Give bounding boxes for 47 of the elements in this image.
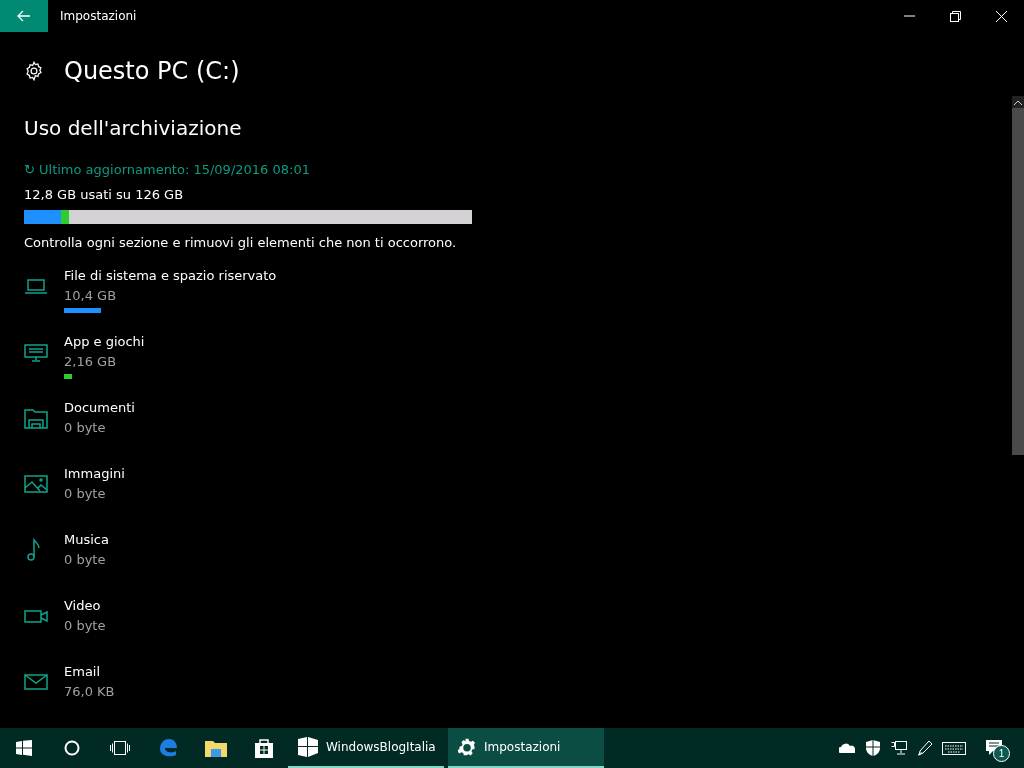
edge-logo-icon [158,738,178,758]
window-title: Impostazioni [60,9,138,23]
network-icon[interactable] [890,739,908,757]
back-button[interactable] [0,0,48,32]
folder-icon [205,739,227,757]
category-name[interactable]: Documenti [64,398,135,418]
restore-icon [949,10,961,22]
windows-logo-icon [16,740,32,756]
gear-icon [458,738,476,756]
usage-text: 12,8 GB usati su 126 GB [24,186,185,202]
category-size: 10,4 GB [64,287,118,305]
back-arrow-icon [17,10,31,22]
notification-count: 1 [993,745,1010,762]
category-name[interactable]: Immagini [64,464,125,484]
task-view-icon [110,741,130,755]
folder-icon [24,406,48,430]
minimize-icon [903,15,915,17]
keyboard-icon[interactable] [942,739,966,757]
section-title: Uso dell'archiviazione [24,115,243,140]
category-name[interactable]: App e giochi [64,332,512,352]
category-name[interactable]: Musica [64,530,109,550]
category-size: 0 byte [64,617,106,635]
category-size: 76,0 KB [64,683,115,701]
circle-icon [64,740,80,756]
taskbar-app-button[interactable]: Impostazioni [448,728,604,768]
shield-icon[interactable] [864,739,882,757]
settings-icon [24,60,44,81]
close-icon [995,10,1007,22]
window-panes-icon [298,737,318,757]
notifications-button[interactable]: 1 [974,728,1014,768]
category-name[interactable]: Video [64,596,106,616]
category-size: 0 byte [64,485,107,503]
category-name[interactable]: File di sistema e spazio riservato [64,266,512,286]
last-updated-text[interactable]: ↻ Ultimo aggiornamento: 15/09/2016 08:01 [24,161,1012,177]
scroll-up-button[interactable] [1012,96,1024,108]
category-size: 0 byte [64,551,107,569]
caret-up-icon [1014,99,1022,105]
pen-icon[interactable] [916,739,934,757]
picture-icon [24,472,48,496]
shopping-bag-icon [254,738,274,758]
category-size: 0 byte [64,419,107,437]
taskbar-app-button[interactable]: WindowsBlogItalia [288,728,444,768]
scrollbar-thumb[interactable] [1012,108,1024,455]
category-name[interactable]: Email [64,662,115,682]
page-title: Questo PC (C:) [64,56,240,85]
category-size: 2,16 GB [64,353,118,371]
hint-text: Controlla ogni sezione e rimuovi gli elementi che non ti occorrono. [24,235,458,250]
